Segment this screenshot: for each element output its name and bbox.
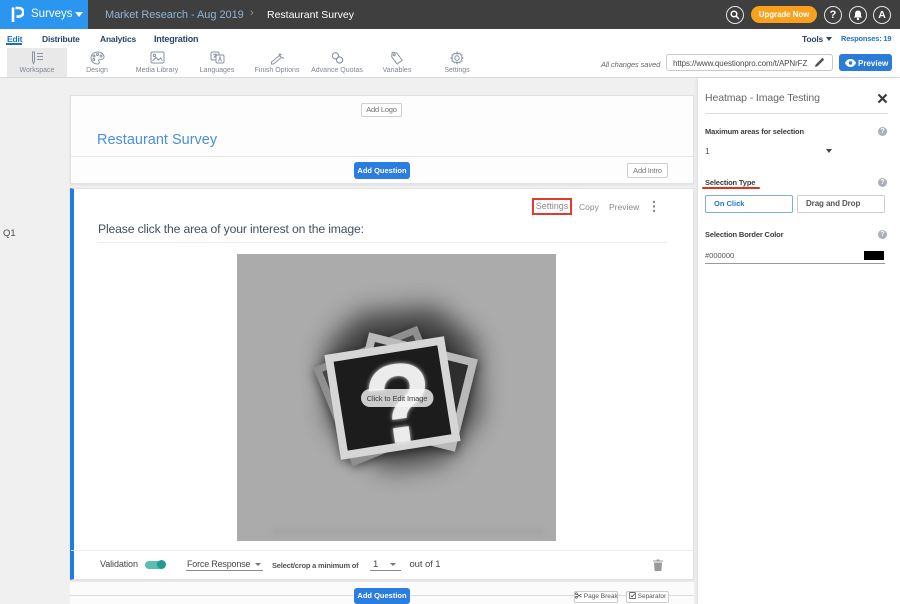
svg-text:Click to Edit Image: Click to Edit Image [367, 394, 428, 403]
